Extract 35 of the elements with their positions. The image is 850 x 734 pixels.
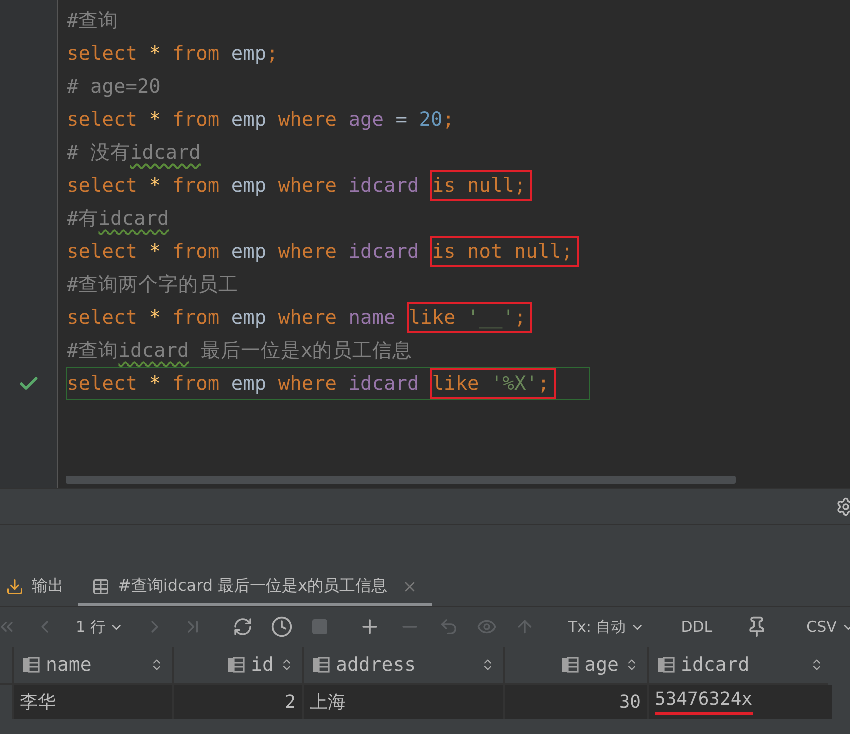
code-line: select * from emp where name like '__'; [66,301,850,334]
column-header[interactable]: age [505,647,647,683]
download-icon [6,578,24,596]
result-tab[interactable]: #查询idcard 最后一位是x的员工信息 [78,570,432,606]
table-cell: 2 [174,685,302,719]
code-comment: #有idcard [66,206,170,232]
table-cell: 30 [505,685,647,719]
code-comment: #查询 [66,8,120,34]
table-cell: 53476324x [649,685,832,719]
column-icon [312,656,330,674]
column-header[interactable]: name [14,647,172,683]
column-icon [22,656,40,674]
export-format-dropdown[interactable]: CSV [796,614,850,640]
ddl-button[interactable]: DDL [671,614,723,640]
code-line: select * from emp where idcard is null; [66,169,850,202]
code-comment: # 没有idcard [66,140,202,166]
transaction-dropdown[interactable]: Tx: 自动 [558,614,656,640]
column-icon [560,656,579,674]
column-header[interactable]: address [304,647,503,683]
column-header[interactable]: id [174,647,302,683]
scrollbar[interactable] [66,476,736,484]
code-line: select * from emp where idcard is not null; [66,235,850,268]
column-icon [657,656,675,674]
code-comment: #查询两个字的员工 [66,272,240,298]
table-cell: 李华 [14,685,172,719]
table-icon [92,578,110,596]
table-cell: 上海 [304,685,503,719]
code-line: select * from emp where age = 20; [66,107,456,133]
settings-icon[interactable] [836,496,850,516]
column-icon [227,656,246,674]
result-tab[interactable]: 输出 [0,570,78,606]
page-size-dropdown[interactable]: 1 行 [66,614,134,640]
code-comment: #查询 idcard 最后一位是x的员工信息 [66,338,414,364]
code-line: select * from emp; [66,41,280,67]
code-comment: # age=20 [66,74,162,100]
